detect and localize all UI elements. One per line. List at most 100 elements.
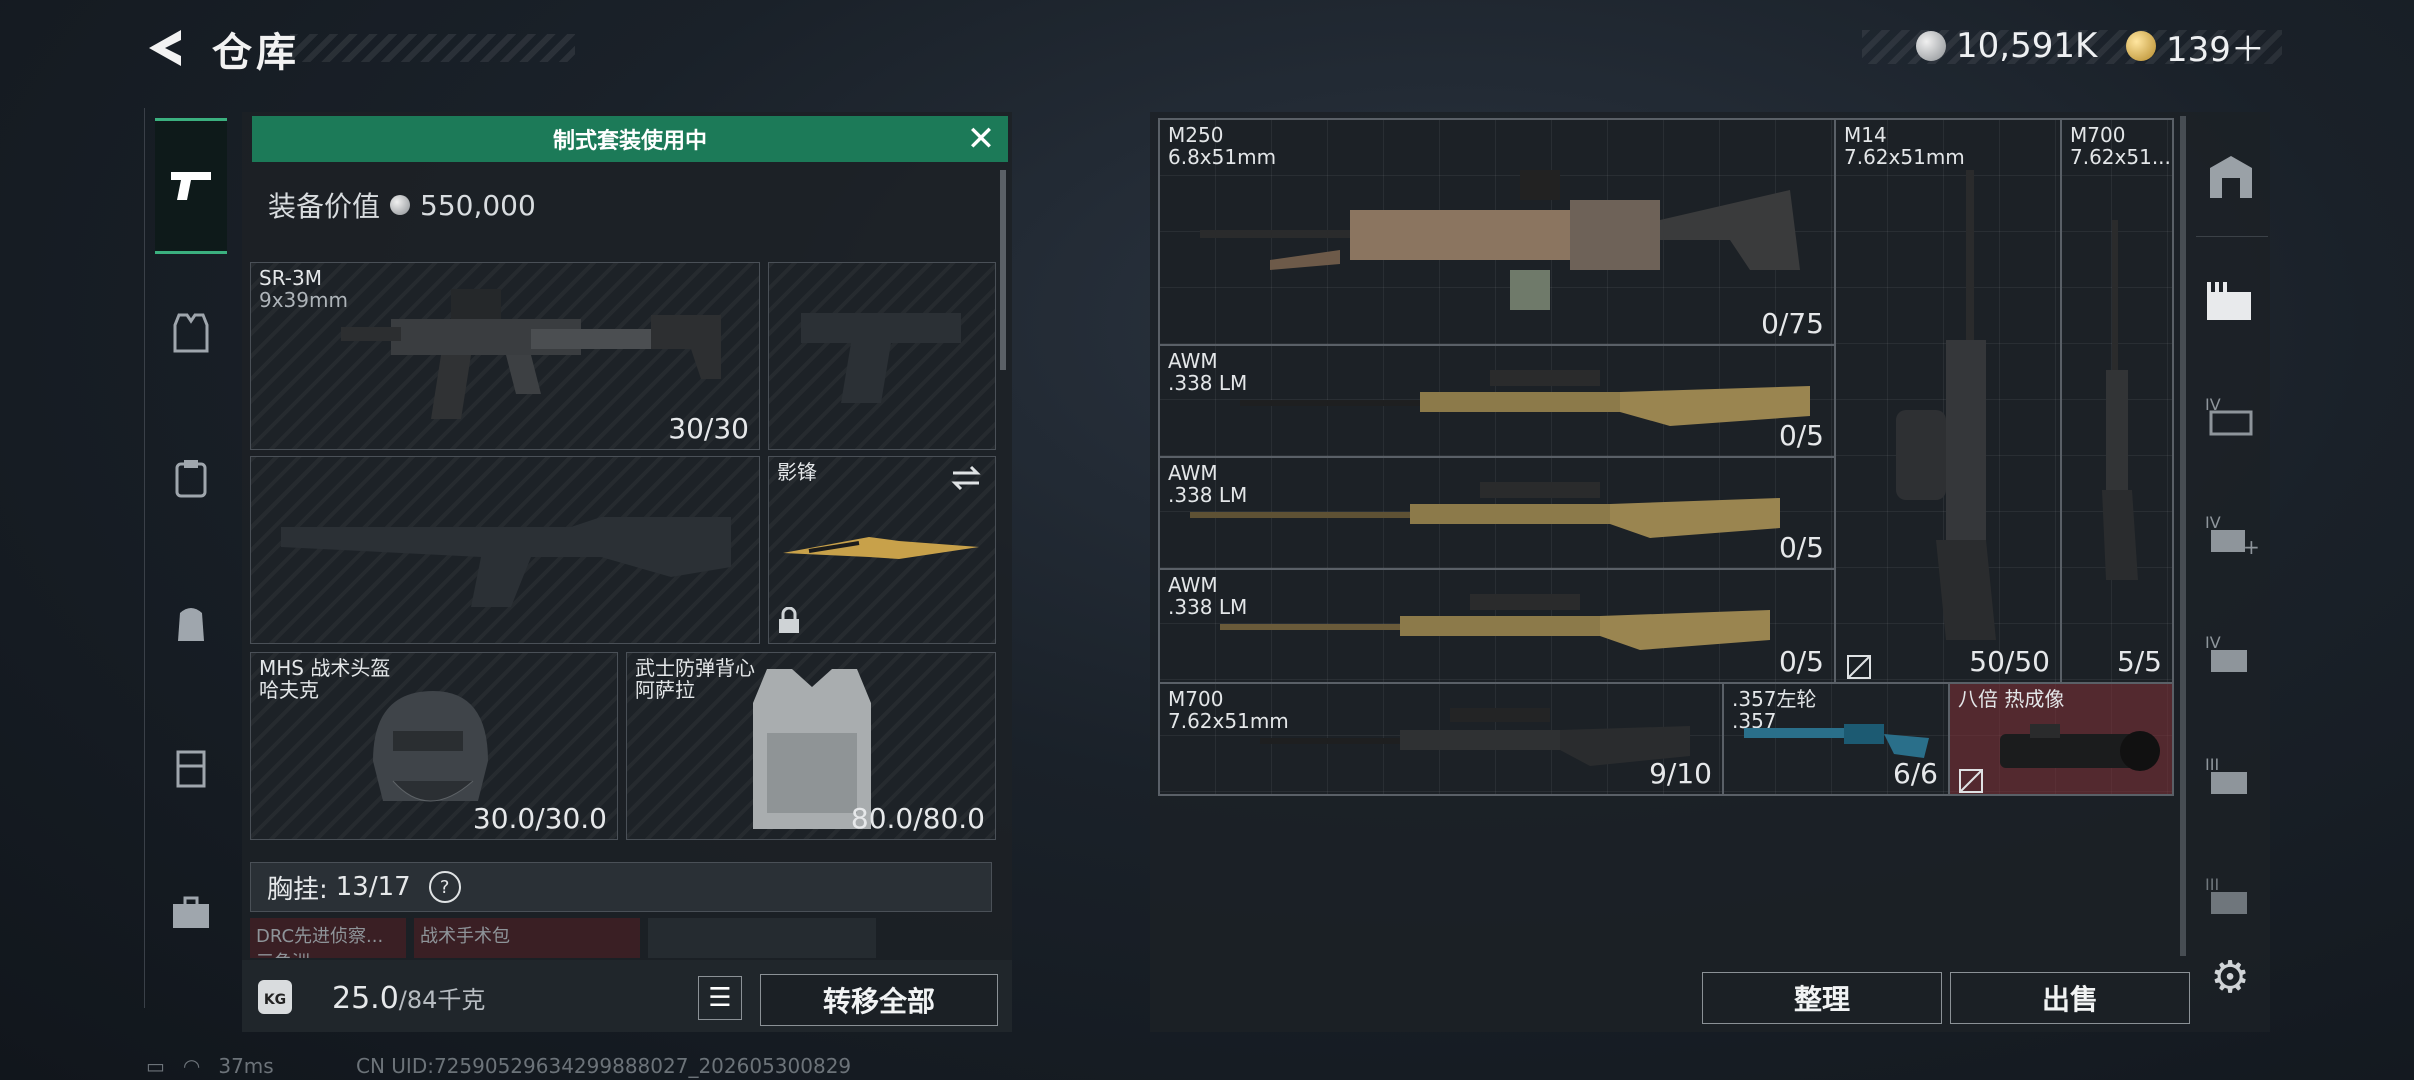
sort-button[interactable]: 整理 [1702,972,1942,1024]
storage-cart-icon: IV [2205,633,2247,672]
tab-backpack[interactable] [155,558,227,688]
transfer-all-button[interactable]: 转移全部 [760,974,998,1026]
knife-image [783,537,979,559]
back-button[interactable] [145,26,185,70]
tab-storage-4-b[interactable]: IV [2196,588,2266,718]
page-title: 仓库 [212,30,300,76]
pistol-icon [171,172,211,200]
close-banner-button[interactable]: ✕ [964,122,998,156]
preset-banner: 制式套装使用中 [252,116,1008,162]
user-uid: CN UID:7259052963429988802​7_20260530082… [356,1054,852,1078]
awm-rifle-image [1220,594,1770,650]
awm-rifle-image [1190,482,1780,538]
swap-icon[interactable] [949,463,983,493]
storage-scrollbar[interactable] [2180,116,2186,956]
awm-rifle-image [1240,370,1810,426]
storage-item-m700-vertical[interactable]: M700 7.62x51... 5/5 [2061,119,2173,683]
svg-text:IV: IV [2205,513,2221,532]
secondary-weapon-slot-empty[interactable] [250,456,760,644]
tab-storage-1[interactable] [2196,236,2266,366]
tab-rig[interactable] [155,703,227,833]
silver-coin-icon [1916,31,1946,61]
chest-rig-bar[interactable]: 胸挂: 13/17 ? [250,862,992,912]
primary-weapon-slot[interactable]: SR-3M 9x39mm 30/30 [250,262,760,450]
pouch-item-1[interactable]: DRC先进侦察... 三角洲 [250,918,406,958]
ping-value: 37ms [218,1054,274,1078]
warehouse-icon [2210,156,2252,198]
body-armor-slot[interactable]: 武士防弹背心 阿萨拉 80.0/80.0 [626,652,996,840]
svg-text:IV: IV [2205,633,2221,652]
wifi-icon: ◠ [182,1054,201,1078]
storage-grid: M250 6.8x51mm 0/75 M14 7.62x51mm 50/50 M70… [1158,118,2174,796]
awm-3-ammo: 0/5 [1778,645,1824,678]
melee-slot[interactable]: 影锋 [768,456,996,644]
armor-icon [175,460,207,498]
pistol-placeholder-icon [801,313,961,403]
gold-currency[interactable]: 139＋ [2126,26,2265,70]
left-category-tabs [144,108,237,1008]
svg-text:III: III [2205,755,2219,774]
backpack-icon [178,608,204,641]
body-armor-durability: 80.0/80.0 [850,802,985,835]
silver-coin-icon [390,195,411,215]
thermal-scope-name: 八倍 热成像 [1958,687,2065,711]
carry-weight: 25.0/84千克 [332,981,486,1016]
list-icon: ☰ [708,983,732,1013]
tab-armor[interactable] [155,413,227,543]
storage-item-357-revolver[interactable]: .357左轮 .357 6/6 [1723,683,1949,795]
close-icon: ✕ [966,119,996,159]
storage-cart-icon: III [2205,755,2247,794]
helmet-slot[interactable]: MHS 战术头盔 哈夫克 30.0/30.0 [250,652,618,840]
tab-storage-4[interactable]: IV [2196,350,2266,480]
storage-item-awm-2[interactable]: AWM .338 LM 0/5 [1159,457,1835,569]
storage-item-m14[interactable]: M14 7.62x51mm 50/50 [1835,119,2061,683]
m14-rifle-image [1896,170,1996,640]
storage-item-m700[interactable]: M700 7.62x51mm 9/10 [1159,683,1723,795]
help-icon[interactable]: ? [428,871,461,903]
m14-ammo: 50/50 [1969,645,2050,678]
awm-2-ammo: 0/5 [1778,531,1824,564]
m250-machine-gun-image [1200,170,1800,310]
tab-storage-3-b[interactable]: III [2196,830,2266,960]
storage-folder-icon: IV [2205,395,2253,436]
revolver-ammo: 6/6 [1892,757,1938,790]
pouch-slot-empty[interactable] [648,918,876,958]
silver-amount: 10,591K [1956,26,2098,66]
loadout-scrollbar[interactable] [1000,170,1006,370]
storage-add-icon: IV + [2205,513,2259,556]
sell-button[interactable]: 出售 [1950,972,2190,1024]
title-decoration [290,34,575,62]
svg-text:III: III [2205,875,2219,894]
gold-coin-icon [2126,31,2156,61]
status-bar: ▭ ◠ 37ms [146,1054,274,1078]
list-view-button[interactable]: ☰ [698,976,742,1020]
m250-ammo: 0/75 [1761,307,1824,340]
storage-item-m250[interactable]: M250 6.8x51mm 0/75 [1159,119,1835,345]
tab-weapons[interactable] [155,118,227,254]
rig-icon [176,750,206,788]
case-icon [173,896,209,928]
storage-item-awm-1[interactable]: AWM .338 LM 0/5 [1159,345,1835,457]
m700-rifle-image [1260,708,1690,766]
tab-storage-4-add[interactable]: IV + [2196,468,2266,598]
chest-rig-capacity: 13/17 [335,872,411,902]
svg-text:+: + [2243,535,2259,556]
thermal-scope-image [2000,724,2160,771]
pistol-slot-empty[interactable] [768,262,996,450]
melee-name: 影锋 [777,460,817,484]
lock-icon [779,607,799,633]
m700-vertical-ammo: 5/5 [2116,645,2162,678]
tab-storage-home[interactable] [2196,112,2266,242]
back-arrow-icon [149,30,181,66]
chest-rig-label: 胸挂: [267,874,328,905]
tab-storage-3[interactable]: III [2196,710,2266,840]
tab-vest[interactable] [155,268,227,398]
helmet-durability: 30.0/30.0 [472,802,607,835]
pouch-item-2[interactable]: 战术手术包 [414,918,640,958]
storage-item-thermal-scope[interactable]: 八倍 热成像 [1949,683,2173,795]
settings-button[interactable]: ⚙ [2206,954,2254,1002]
tab-case[interactable] [155,848,227,978]
rifle-placeholder-icon [281,517,731,607]
storage-item-awm-3[interactable]: AWM .338 LM 0/5 [1159,569,1835,683]
battery-icon: ▭ [146,1054,165,1078]
